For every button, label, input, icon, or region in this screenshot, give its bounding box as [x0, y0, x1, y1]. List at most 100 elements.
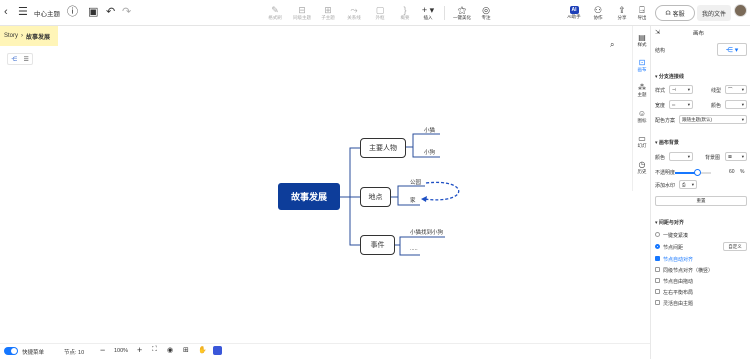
- zoom-level[interactable]: 100%: [114, 348, 128, 354]
- checkbox-free-drag[interactable]: [655, 278, 660, 283]
- subtopic-home[interactable]: 家: [410, 196, 416, 204]
- line-style-select[interactable]: ⊣ ▾: [669, 85, 693, 94]
- section-label: 画布背景: [658, 140, 679, 146]
- line-style-icon: ⊣: [672, 86, 676, 92]
- collapse-icon[interactable]: ⇲: [655, 29, 660, 36]
- structure-selector[interactable]: ⋲ ▾: [717, 43, 747, 56]
- line-type-select[interactable]: ⌒ ▾: [725, 85, 747, 94]
- connector-place-park: [391, 185, 425, 198]
- icon-library-icon: ☺: [637, 108, 647, 118]
- subtopic-dog[interactable]: 小狗: [424, 148, 435, 156]
- topic-event[interactable]: 事件: [360, 235, 395, 255]
- checkbox-sibling-align[interactable]: [655, 267, 660, 272]
- free-topic-label: 灵活自由主题: [663, 301, 694, 307]
- robot-icon[interactable]: [213, 346, 222, 355]
- tab-label: 幻灯: [637, 142, 647, 148]
- connector-event-found: [395, 236, 445, 246]
- tab-theme[interactable]: ⁂ 主题: [633, 78, 651, 102]
- tab-label: 主题: [637, 91, 647, 97]
- subtopic-cat-finds-dog[interactable]: 小猫找到小狗: [410, 228, 443, 236]
- subtopic-cat[interactable]: 小猫: [424, 126, 435, 134]
- radio-node-spacing[interactable]: [655, 244, 660, 249]
- radio-node-spacing-label: 节点间距: [663, 245, 684, 251]
- headset-icon: ☊: [665, 10, 671, 17]
- my-files-button[interactable]: 我的文件: [697, 5, 731, 21]
- chevron-down-icon: ▾: [741, 153, 744, 159]
- connector-root-event: [349, 197, 360, 246]
- tab-history[interactable]: ◷ 历史: [633, 155, 651, 179]
- topic-place[interactable]: 地点: [360, 187, 391, 207]
- checkbox-auto-align[interactable]: [655, 256, 660, 261]
- curve-icon: ⌒: [728, 86, 733, 92]
- opacity-unit: %: [740, 169, 745, 175]
- radio-compact-label: 一键变紧凑: [663, 233, 689, 239]
- zoom-out-icon[interactable]: −: [100, 345, 105, 355]
- style-icon: ▤: [638, 32, 646, 42]
- opacity-slider[interactable]: [675, 169, 711, 176]
- canvas-icon: ⊡: [638, 57, 646, 67]
- section-label: 间距与对齐: [658, 220, 684, 226]
- balanced-layout-label: 左右平衡布局: [663, 290, 694, 296]
- opacity-value[interactable]: 60: [729, 169, 735, 175]
- radio-compact[interactable]: [655, 232, 660, 237]
- checkbox-balanced-layout[interactable]: [655, 289, 660, 294]
- quick-menu-toggle[interactable]: [4, 347, 18, 355]
- tab-canvas[interactable]: ⊡ 画布: [633, 53, 651, 77]
- connector-people-cat: [406, 133, 440, 148]
- locate-icon[interactable]: ◉: [167, 346, 173, 354]
- right-tab-bar: ▤ 样式 ⊡ 画布 ⁂ 主题 ☺ 图标 ▭ 幻灯 ◷ 历史: [632, 26, 650, 191]
- root-topic[interactable]: 故事发展: [278, 183, 340, 210]
- line-type-label: 线型: [711, 88, 722, 94]
- reset-button[interactable]: 重置: [655, 196, 747, 206]
- tab-style[interactable]: ▤ 样式: [633, 28, 651, 52]
- history-icon: ◷: [638, 159, 646, 169]
- connectors: [340, 133, 460, 256]
- color-scheme-select[interactable]: 跟随主题(默认) ▾: [679, 115, 747, 124]
- support-button[interactable]: ☊ 客服: [655, 5, 695, 21]
- bg-color-select[interactable]: ▾: [669, 152, 693, 161]
- image-icon: ⊠: [728, 153, 732, 159]
- sibling-align-label: 同级节点对齐（横竖）: [663, 268, 714, 274]
- tab-icons[interactable]: ☺ 图标: [633, 104, 651, 128]
- fit-screen-icon[interactable]: ⛶: [152, 346, 157, 354]
- checkbox-free-topic[interactable]: [655, 300, 660, 305]
- tab-label: 样式: [637, 41, 647, 47]
- bg-image-select[interactable]: ⊠ ▾: [725, 152, 747, 161]
- opacity-slider-handle[interactable]: [694, 169, 701, 176]
- scheme-value: 跟随主题(默认): [682, 116, 712, 122]
- canvas-settings-panel: ⇲ 画布 结构 ⋲ ▾ ▾ 分支连接线 样式 ⊣ ▾ 线型 ⌒ ▾ 宽度 ═ ▾ 颜色…: [650, 26, 750, 359]
- section-label: 分支连接线: [658, 74, 684, 80]
- bottom-bar: [0, 343, 650, 359]
- avatar[interactable]: [734, 4, 747, 17]
- tab-label: 图标: [637, 117, 647, 123]
- zoom-in-icon[interactable]: +: [137, 345, 142, 355]
- subtopic-park[interactable]: 公园: [410, 178, 421, 186]
- line-color-select[interactable]: ▾: [725, 100, 747, 109]
- node-count: 节点: 10: [64, 350, 85, 356]
- chevron-down-icon: ▾: [687, 153, 690, 159]
- custom-button[interactable]: 自定义: [723, 242, 747, 251]
- chevron-down-icon: ▾: [741, 101, 744, 107]
- topic-main-characters[interactable]: 主要人物: [360, 138, 406, 158]
- scheme-label: 配色方案: [655, 118, 676, 124]
- connector-place-home: [397, 197, 420, 206]
- free-drag-label: 节点自由拖动: [663, 279, 694, 285]
- bg-image-label: 背景图: [705, 155, 721, 161]
- watermark-select[interactable]: ⎙ ▾: [679, 180, 697, 189]
- hand-icon[interactable]: ✋: [198, 346, 207, 354]
- map-icon[interactable]: ⊞: [183, 346, 189, 354]
- subtopic-ellipsis[interactable]: .....: [410, 246, 418, 252]
- tab-slides[interactable]: ▭ 幻灯: [633, 129, 651, 153]
- theme-icon: ⁂: [638, 82, 646, 92]
- layout-section-title: ▾ 间距与对齐: [655, 220, 684, 226]
- chevron-down-icon: ▾: [687, 101, 690, 107]
- chevron-down-icon: ▾: [741, 116, 744, 122]
- branch-section-title: ▾ 分支连接线: [655, 74, 684, 80]
- slides-icon: ▭: [638, 133, 646, 143]
- chevron-down-icon: ▾: [741, 86, 744, 92]
- relation-line[interactable]: [423, 181, 460, 201]
- connector-root-people: [340, 147, 360, 198]
- line-width-icon: ═: [672, 102, 676, 107]
- line-width-select[interactable]: ═ ▾: [669, 100, 693, 109]
- support-label: 客服: [672, 11, 685, 18]
